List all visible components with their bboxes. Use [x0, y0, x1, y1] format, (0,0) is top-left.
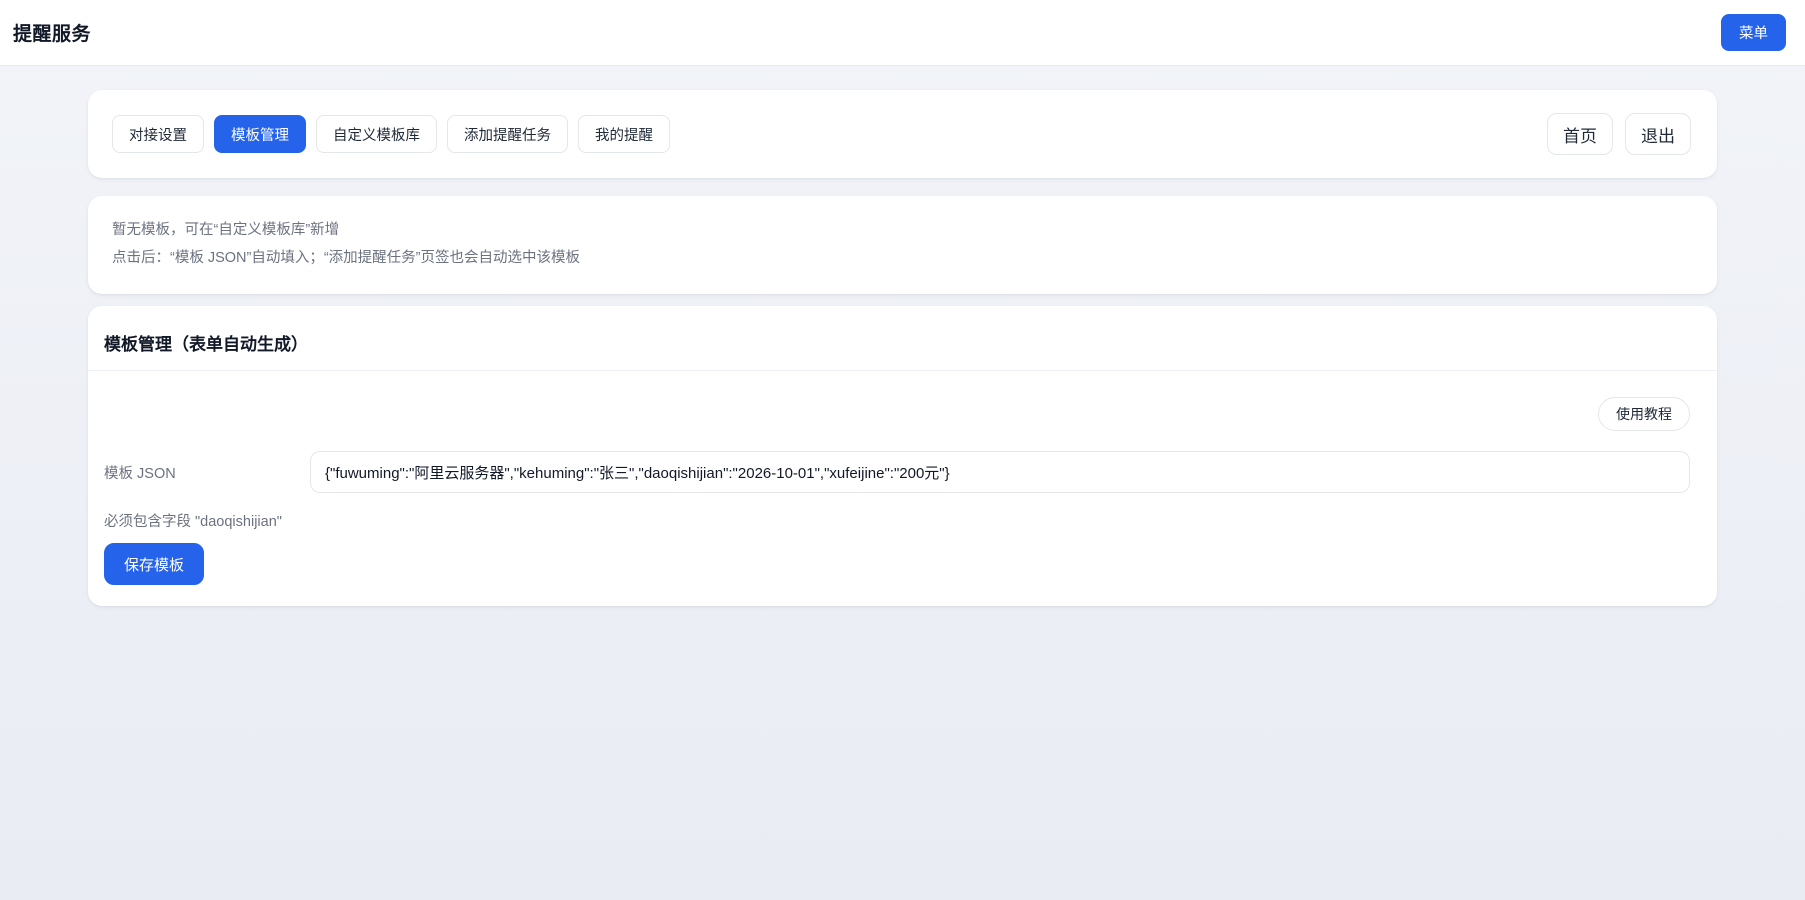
hint-card: 暂无模板，可在“自定义模板库”新增 点击后：“模板 JSON”自动填入；“添加提… [88, 196, 1717, 294]
exit-button[interactable]: 退出 [1625, 113, 1691, 155]
template-json-input[interactable] [310, 451, 1690, 493]
tab-add-reminder-task[interactable]: 添加提醒任务 [447, 115, 568, 153]
app-header: 提醒服务 菜单 [0, 0, 1805, 66]
section-body: 使用教程 模板 JSON 必须包含字段 "daoqishijian" 保存模板 [88, 371, 1717, 585]
menu-button[interactable]: 菜单 [1721, 14, 1786, 51]
page-container: 对接设置 模板管理 自定义模板库 添加提醒任务 我的提醒 首页 退出 暂无模板，… [0, 66, 1805, 606]
tab-template-management[interactable]: 模板管理 [214, 115, 306, 153]
tab-custom-template-library[interactable]: 自定义模板库 [316, 115, 437, 153]
template-management-card: 模板管理（表单自动生成） 使用教程 模板 JSON 必须包含字段 "daoqis… [88, 306, 1717, 606]
save-template-button[interactable]: 保存模板 [104, 543, 204, 585]
hint-line-2: 点击后：“模板 JSON”自动填入；“添加提醒任务”页签也会自动选中该模板 [112, 244, 1693, 272]
template-json-label: 模板 JSON [104, 462, 310, 483]
tab-group: 对接设置 模板管理 自定义模板库 添加提醒任务 我的提醒 [112, 115, 670, 153]
tab-connection-settings[interactable]: 对接设置 [112, 115, 204, 153]
template-json-row: 模板 JSON [104, 451, 1690, 493]
tutorial-button[interactable]: 使用教程 [1598, 397, 1690, 431]
tab-my-reminders[interactable]: 我的提醒 [578, 115, 670, 153]
home-button[interactable]: 首页 [1547, 113, 1613, 155]
required-field-note: 必须包含字段 "daoqishijian" [104, 510, 1690, 531]
section-title: 模板管理（表单自动生成） [104, 330, 1701, 355]
tutorial-row: 使用教程 [104, 397, 1690, 431]
section-header: 模板管理（表单自动生成） [88, 306, 1717, 371]
app-title: 提醒服务 [13, 19, 91, 46]
hint-line-1: 暂无模板，可在“自定义模板库”新增 [112, 216, 1693, 244]
tabbar-card: 对接设置 模板管理 自定义模板库 添加提醒任务 我的提醒 首页 退出 [88, 90, 1717, 178]
nav-group: 首页 退出 [1547, 113, 1691, 155]
